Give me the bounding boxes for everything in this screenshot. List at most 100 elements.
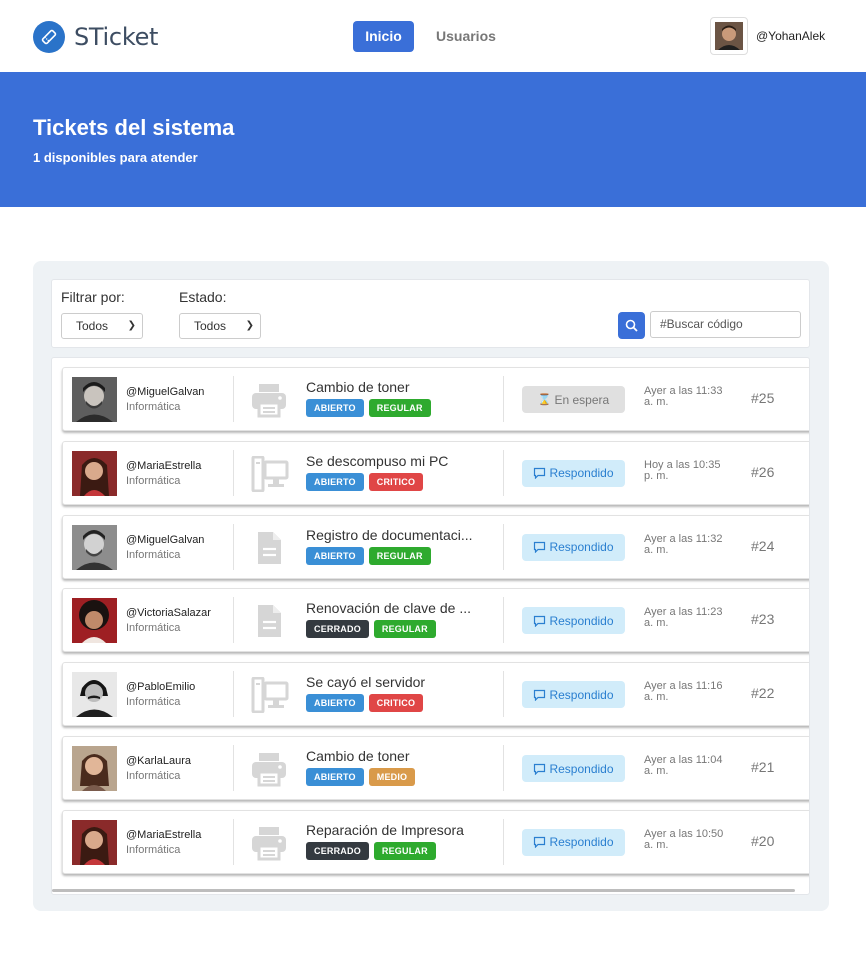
comment-icon bbox=[534, 615, 546, 627]
tickets-panel: Filtrar por: Todos ❯ Estado: Todos ❯ #Bu… bbox=[33, 261, 829, 911]
ticket-tags: ABIERTO MEDIO bbox=[306, 768, 416, 786]
ticket-subject[interactable]: Se cayó el servidor bbox=[306, 674, 425, 690]
avatar bbox=[72, 524, 117, 570]
ticket-time: Ayer a las 11:04 a. m. bbox=[644, 755, 734, 777]
ticket-icon bbox=[33, 21, 65, 53]
ticket-subject[interactable]: Renovación de clave de ... bbox=[306, 600, 471, 616]
printer-icon bbox=[249, 382, 289, 418]
ticket-code[interactable]: #24 bbox=[751, 538, 774, 554]
search-button[interactable] bbox=[618, 312, 645, 339]
hourglass-icon: ⌛ bbox=[537, 394, 552, 406]
table-row[interactable]: @MariaEstrella Informática Se descompuso m… bbox=[62, 440, 809, 505]
ticket-time-line2: p. m. bbox=[644, 469, 669, 482]
ticket-user[interactable]: @MariaEstrella bbox=[126, 460, 201, 472]
ticket-user[interactable]: @MariaEstrella bbox=[126, 829, 201, 841]
ticket-time: Hoy a las 10:35 p. m. bbox=[644, 459, 734, 482]
search-icon bbox=[625, 319, 638, 332]
divider bbox=[503, 671, 504, 718]
chevron-down-icon: ❯ bbox=[245, 320, 254, 331]
divider bbox=[503, 449, 504, 496]
status-badge[interactable]: Respondido bbox=[522, 459, 625, 487]
status-badge[interactable]: Respondido bbox=[522, 755, 625, 782]
ticket-user[interactable]: @KarlaLaura bbox=[126, 755, 191, 767]
ticket-time: Ayer a las 11:32 a. m. bbox=[644, 533, 734, 556]
horizontal-scrollbar[interactable] bbox=[52, 889, 795, 892]
table-row[interactable]: @MariaEstrella Informática Reparación de I… bbox=[62, 809, 809, 874]
status-label: Respondido bbox=[549, 540, 614, 555]
ticket-department: Informática bbox=[126, 696, 181, 709]
page-title: Tickets del sistema bbox=[33, 115, 235, 140]
computer-icon bbox=[249, 676, 289, 714]
search-input[interactable]: #Buscar código bbox=[650, 311, 801, 338]
state-badge: ABIERTO bbox=[306, 768, 364, 786]
comment-icon bbox=[534, 689, 546, 701]
ticket-code[interactable]: #23 bbox=[751, 611, 774, 627]
priority-badge: REGULAR bbox=[373, 841, 436, 860]
ticket-subject[interactable]: Cambio de toner bbox=[306, 748, 410, 764]
app-name: STicket bbox=[74, 23, 159, 51]
ticket-subject[interactable]: Registro de documentaci... bbox=[306, 527, 473, 543]
table-row[interactable]: @PabloEmilio Informática Se cayó el servid… bbox=[62, 662, 809, 727]
avatar bbox=[72, 819, 117, 865]
chevron-down-icon: ❯ bbox=[127, 320, 136, 331]
status-label: Respondido bbox=[549, 761, 614, 776]
app-logo[interactable]: STicket bbox=[33, 21, 158, 53]
status-badge[interactable]: Respondido bbox=[522, 607, 625, 635]
table-row[interactable]: @MiguelGalvan Informática Registro de docu… bbox=[62, 514, 809, 579]
state-badge: ABIERTO bbox=[306, 472, 364, 491]
ticket-code[interactable]: #25 bbox=[751, 390, 774, 406]
avatar bbox=[72, 450, 117, 496]
top-navbar: STicket Inicio Usuarios @YohanAlek bbox=[0, 0, 866, 72]
ticket-code[interactable]: #22 bbox=[751, 685, 774, 701]
ticket-code[interactable]: #21 bbox=[751, 759, 774, 775]
ticket-time-line2: a. m. bbox=[644, 617, 669, 630]
table-row[interactable]: @VictoriaSalazar Informática Renovación de… bbox=[62, 588, 809, 653]
divider bbox=[233, 376, 234, 422]
ticket-subject[interactable]: Se descompuso mi PC bbox=[306, 453, 448, 469]
ticket-user[interactable]: @MiguelGalvan bbox=[126, 534, 204, 546]
ticket-time-line2: a. m. bbox=[644, 543, 669, 556]
ticket-time: Ayer a las 10:50 a. m. bbox=[644, 828, 734, 851]
divider bbox=[503, 597, 504, 644]
ticket-code[interactable]: #26 bbox=[751, 464, 774, 480]
ticket-tags: ABIERTO CRITICO bbox=[306, 694, 424, 713]
status-badge[interactable]: Respondido bbox=[522, 533, 625, 561]
priority-badge: REGULAR bbox=[368, 399, 431, 417]
status-badge[interactable]: Respondido bbox=[522, 681, 625, 709]
nav-inicio[interactable]: Inicio bbox=[353, 21, 414, 52]
status-badge[interactable]: ⌛ En espera bbox=[522, 386, 625, 413]
ticket-department: Informática bbox=[126, 622, 181, 635]
divider bbox=[503, 745, 504, 791]
table-row[interactable]: @MiguelGalvan Informática Cambio de toner A… bbox=[62, 367, 809, 431]
ticket-tags: ABIERTO REGULAR bbox=[306, 399, 431, 417]
ticket-user[interactable]: @MiguelGalvan bbox=[126, 386, 204, 398]
status-badge[interactable]: Respondido bbox=[522, 828, 625, 856]
ticket-subject[interactable]: Reparación de Impresora bbox=[306, 822, 464, 838]
status-label: Respondido bbox=[549, 687, 614, 702]
document-icon bbox=[249, 530, 289, 566]
status-label: Respondido bbox=[549, 613, 614, 628]
ticket-time: Ayer a las 11:23 a. m. bbox=[644, 607, 734, 629]
comment-icon bbox=[534, 763, 546, 775]
ticket-time-line2: a. m. bbox=[644, 396, 669, 408]
ticket-user[interactable]: @PabloEmilio bbox=[126, 681, 195, 693]
nav-usuarios[interactable]: Usuarios bbox=[436, 21, 496, 52]
ticket-time: Ayer a las 11:16 a. m. bbox=[644, 681, 734, 703]
filter-select[interactable]: Todos ❯ bbox=[61, 313, 143, 339]
comment-icon bbox=[534, 837, 546, 849]
ticket-user[interactable]: @VictoriaSalazar bbox=[126, 607, 211, 619]
avatar bbox=[72, 746, 117, 791]
ticket-tags: CERRADO REGULAR bbox=[306, 841, 436, 860]
user-menu[interactable]: @YohanAlek bbox=[710, 17, 825, 55]
ticket-code[interactable]: #20 bbox=[751, 833, 774, 849]
ticket-department: Informática bbox=[126, 548, 181, 561]
table-row[interactable]: @KarlaLaura Informática Cambio de toner ABI… bbox=[62, 736, 809, 800]
ticket-subject[interactable]: Cambio de toner bbox=[306, 379, 410, 395]
state-select[interactable]: Todos ❯ bbox=[179, 313, 261, 339]
priority-badge: MEDIO bbox=[368, 768, 416, 786]
avatar bbox=[72, 377, 117, 422]
status-label: En espera bbox=[554, 392, 610, 407]
ticket-time-line2: a. m. bbox=[644, 691, 669, 704]
priority-badge: CRITICO bbox=[368, 472, 424, 491]
state-badge: ABIERTO bbox=[306, 399, 364, 417]
